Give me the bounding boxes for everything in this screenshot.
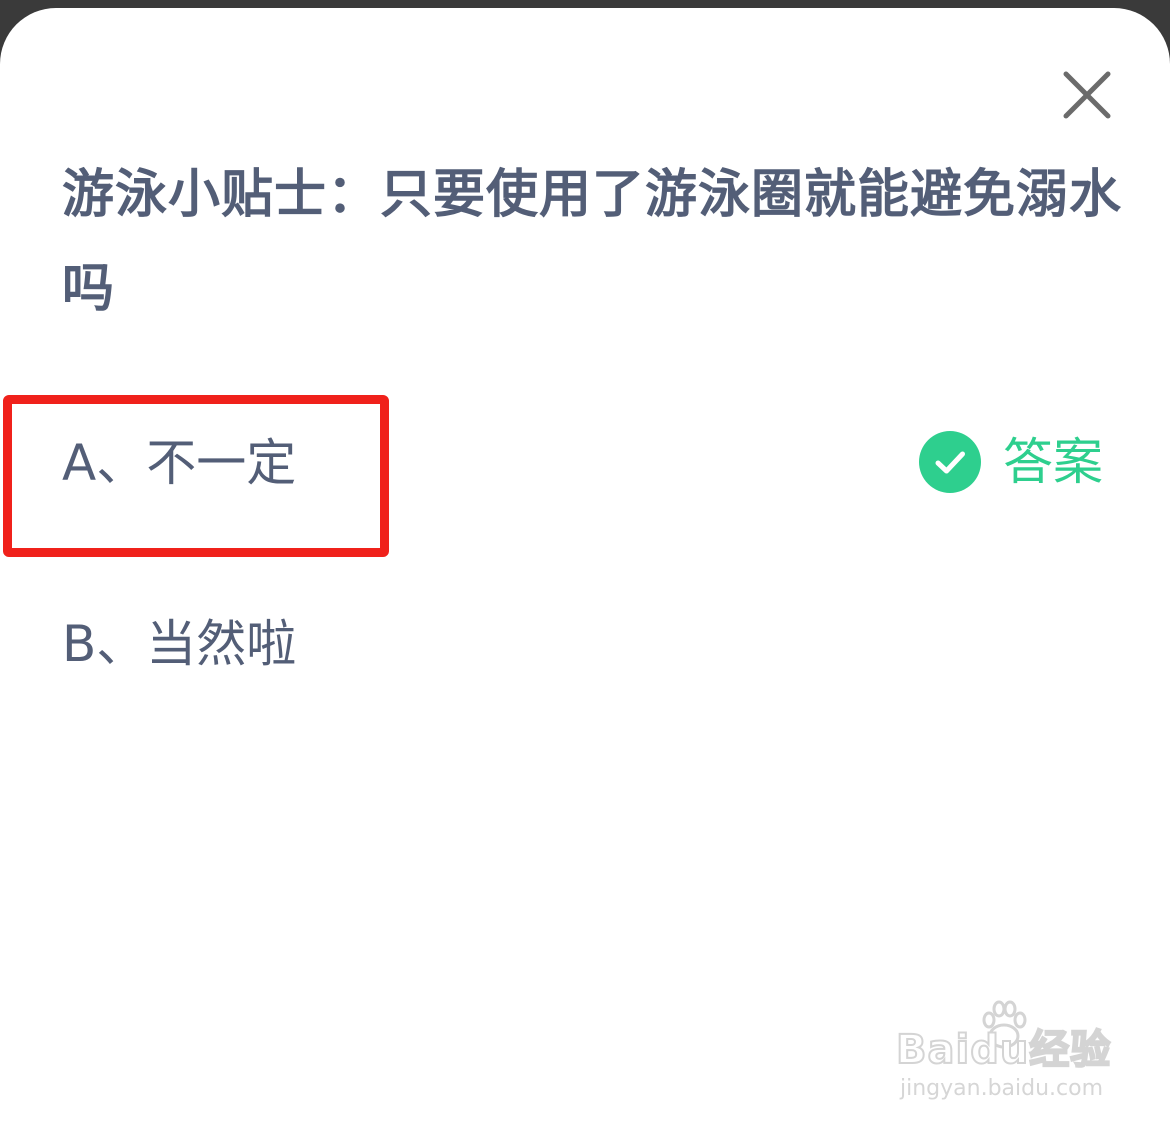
option-b[interactable]: B、当然啦 (62, 614, 296, 674)
watermark-brand: Baidu经验 (895, 1026, 1112, 1074)
baidu-watermark: Baidu经验 jingyan.baidu.com (895, 998, 1116, 1108)
check-circle-icon (919, 431, 981, 493)
answer-label: 答案 (1003, 433, 1103, 491)
quiz-dialog: 游泳小贴士：只要使用了游泳圈就能避免溺水吗 A、不一定 答案 B、当然啦 Bai… (0, 8, 1170, 1121)
question-text: 游泳小贴士：只要使用了游泳圈就能避免溺水吗 (62, 165, 1123, 319)
watermark-url: jingyan.baidu.com (900, 1076, 1104, 1101)
close-icon (1063, 71, 1111, 119)
answer-tag: 答案 (918, 430, 1103, 494)
highlight-box (3, 395, 389, 557)
close-button[interactable] (1058, 66, 1116, 124)
